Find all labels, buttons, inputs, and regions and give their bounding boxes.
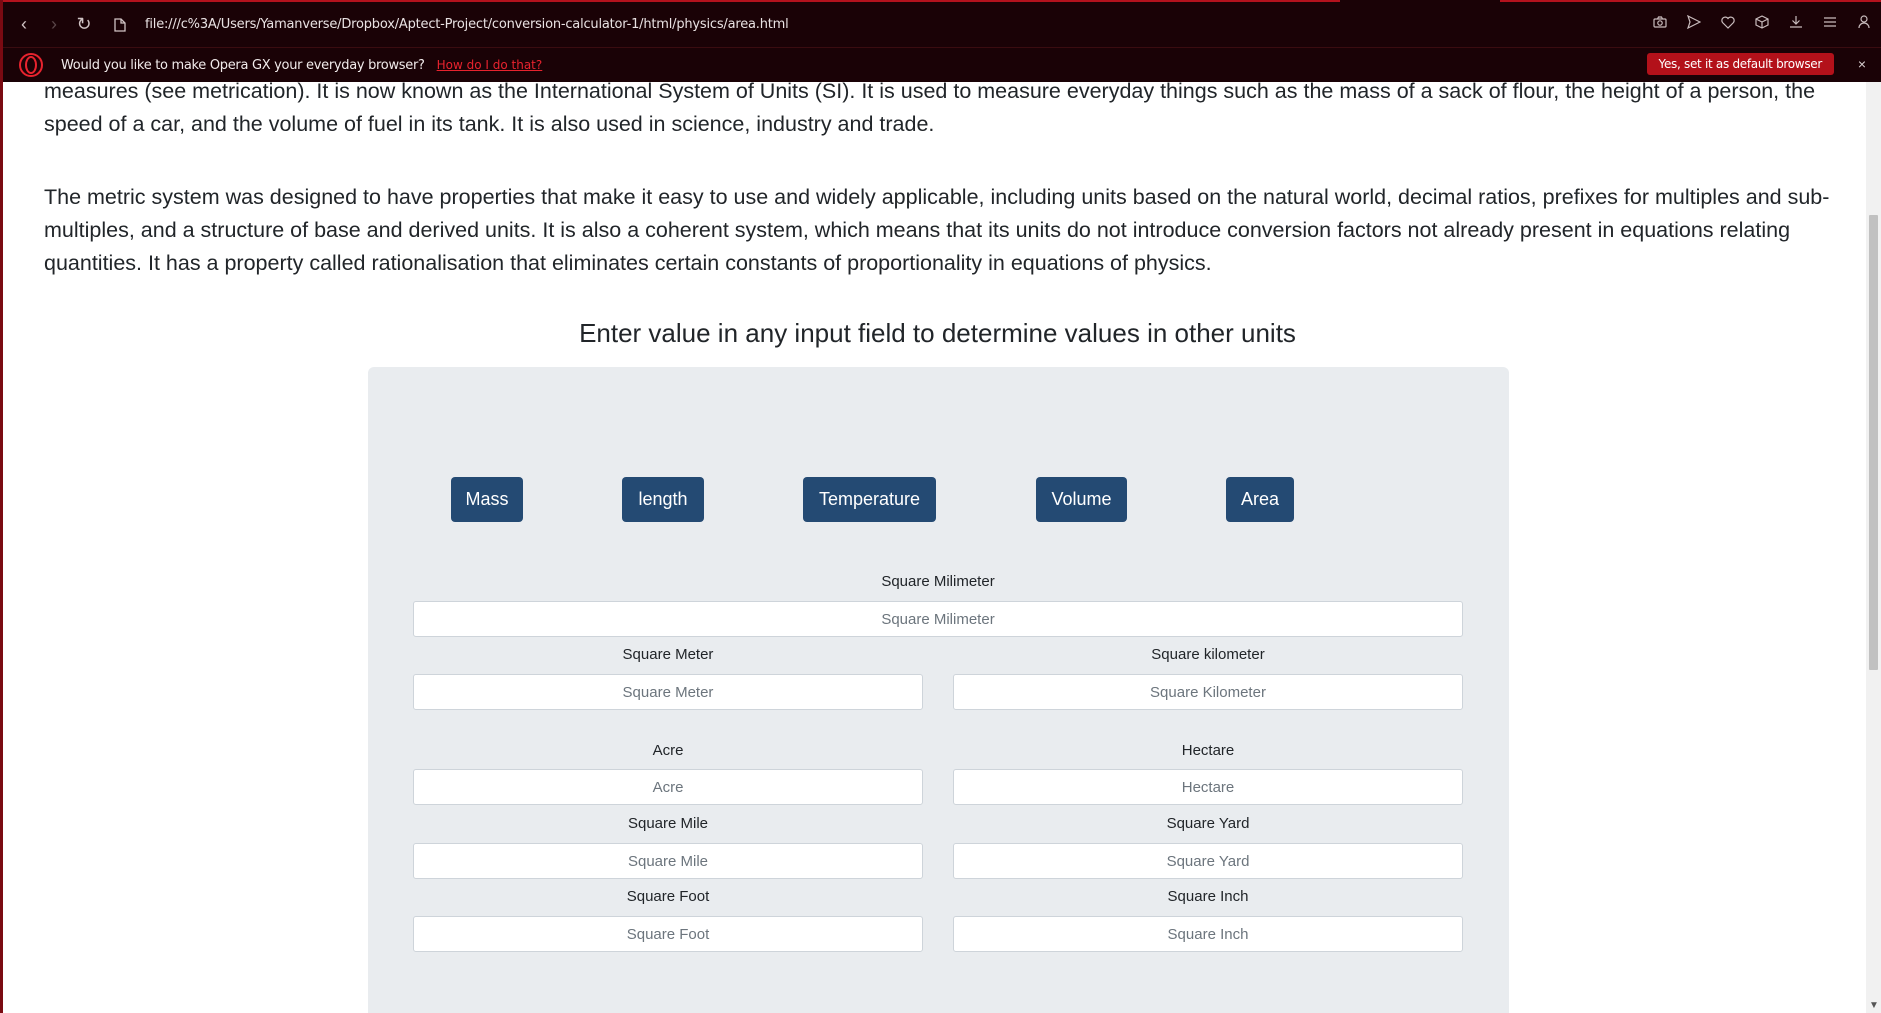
square-inch-input[interactable] xyxy=(953,916,1463,952)
square-foot-label: Square Foot xyxy=(626,888,710,905)
tab-temperature[interactable]: Temperature xyxy=(803,477,936,522)
menu-icon[interactable] xyxy=(1818,10,1842,34)
scroll-down-icon[interactable]: ▼ xyxy=(1869,1000,1879,1011)
square-inch-label: Square Inch xyxy=(1167,888,1249,905)
tab-gap xyxy=(1340,0,1500,3)
heart-icon[interactable] xyxy=(1716,10,1740,34)
converter-heading: Enter value in any input field to determ… xyxy=(579,318,1296,348)
square-millimeter-input[interactable] xyxy=(413,601,1463,637)
square-kilometer-input[interactable] xyxy=(953,674,1463,710)
default-browser-infobar: Would you like to make Opera GX your eve… xyxy=(3,47,1881,82)
back-icon[interactable]: ‹ xyxy=(9,10,39,40)
toolbar-actions xyxy=(1648,10,1876,34)
converter-panel: Mass length Temperature Volume Area Squa… xyxy=(368,367,1509,1013)
square-millimeter-label: Square Milimeter xyxy=(881,573,995,590)
cube-icon[interactable] xyxy=(1750,10,1774,34)
square-mile-input[interactable] xyxy=(413,843,923,879)
square-yard-label: Square Yard xyxy=(1166,815,1250,832)
opera-logo-icon xyxy=(19,53,43,77)
square-yard-input[interactable] xyxy=(953,843,1463,879)
scrollbar-thumb[interactable] xyxy=(1869,215,1878,670)
browser-toolbar: ‹ › ↻ file:///c%3A/Users/Yamanverse/Drop… xyxy=(3,0,1881,47)
browser-window: ‹ › ↻ file:///c%3A/Users/Yamanverse/Drop… xyxy=(0,0,1881,1013)
tab-volume[interactable]: Volume xyxy=(1036,477,1127,522)
hectare-label: Hectare xyxy=(1181,742,1235,759)
square-kilometer-label: Square kilometer xyxy=(1151,646,1265,663)
profile-icon[interactable] xyxy=(1852,10,1876,34)
article-paragraph: measures (see metrication). It is now kn… xyxy=(44,82,1816,136)
square-meter-label: Square Meter xyxy=(622,646,714,663)
acre-input[interactable] xyxy=(413,769,923,805)
tab-area[interactable]: Area xyxy=(1226,477,1294,522)
page-icon xyxy=(105,10,135,40)
send-icon[interactable] xyxy=(1682,10,1706,34)
article-paragraph: The metric system was designed to have p… xyxy=(44,185,1830,275)
download-icon[interactable] xyxy=(1784,10,1808,34)
hectare-input[interactable] xyxy=(953,769,1463,805)
forward-icon[interactable]: › xyxy=(39,10,69,40)
page-scrollbar[interactable]: ▼ xyxy=(1866,82,1881,1013)
tab-mass[interactable]: Mass xyxy=(451,477,523,522)
tab-length[interactable]: length xyxy=(622,477,704,522)
square-foot-input[interactable] xyxy=(413,916,923,952)
page-content: measures (see metrication). It is now kn… xyxy=(6,82,1869,1013)
set-default-browser-button[interactable]: Yes, set it as default browser xyxy=(1646,53,1834,75)
address-bar[interactable]: file:///c%3A/Users/Yamanverse/Dropbox/Ap… xyxy=(145,17,789,32)
close-icon[interactable]: × xyxy=(1858,56,1866,72)
infobar-message: Would you like to make Opera GX your eve… xyxy=(61,57,425,73)
square-mile-label: Square Mile xyxy=(627,815,709,832)
square-meter-input[interactable] xyxy=(413,674,923,710)
camera-icon[interactable] xyxy=(1648,10,1672,34)
reload-icon[interactable]: ↻ xyxy=(69,10,99,40)
acre-label: Acre xyxy=(652,742,684,759)
infobar-help-link[interactable]: How do I do that? xyxy=(437,58,543,72)
